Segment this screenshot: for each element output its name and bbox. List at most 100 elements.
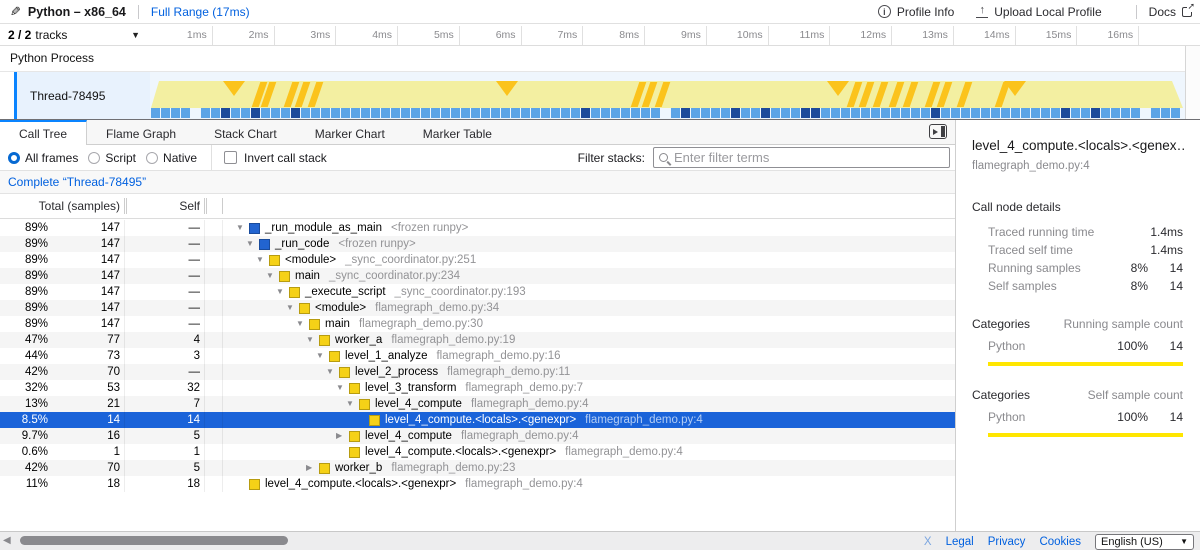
table-row[interactable]: 89%147—▼_run_module_as_main<frozen runpy…	[0, 220, 955, 236]
tab-stack-chart[interactable]: Stack Chart	[195, 120, 296, 145]
table-row[interactable]: 42%705▶worker_bflamegraph_demo.py:23	[0, 460, 955, 476]
collapse-icon[interactable]: ▼	[256, 252, 269, 268]
collapse-icon[interactable]: ▼	[296, 316, 309, 332]
sample-cell	[1081, 108, 1090, 118]
table-row[interactable]: 44%733▼level_1_analyzeflamegraph_demo.py…	[0, 348, 955, 364]
gc-marker-slash-icon	[937, 82, 953, 107]
scroll-left-icon[interactable]: ◀	[3, 535, 11, 546]
collapse-icon[interactable]: ▼	[276, 284, 289, 300]
thread-label[interactable]: Thread-78495	[17, 72, 150, 119]
ruler-tick-label: 12ms	[836, 24, 886, 46]
sample-cell	[761, 108, 770, 118]
table-row[interactable]: 89%147—▼<module>_sync_coordinator.py:251	[0, 252, 955, 268]
category-color-box	[259, 239, 270, 250]
sample-cell	[971, 108, 980, 118]
table-row[interactable]: 89%147—▼main_sync_coordinator.py:234	[0, 268, 955, 284]
tab-call-tree[interactable]: Call Tree	[0, 120, 87, 145]
collapse-icon[interactable]: ▼	[246, 236, 259, 252]
collapse-icon[interactable]: ▼	[336, 380, 349, 396]
row-total-samples: 147	[52, 236, 120, 252]
tab-marker-table[interactable]: Marker Table	[404, 120, 511, 145]
sidebar-toggle-icon[interactable]	[929, 124, 947, 139]
function-file-line: flamegraph_demo.py:11	[447, 366, 570, 378]
horizontal-scrollbar-thumb[interactable]	[20, 536, 288, 545]
footer-link-legal[interactable]: Legal	[946, 536, 974, 548]
footer-link-cookies[interactable]: Cookies	[1039, 536, 1081, 548]
table-row[interactable]: 11%1818level_4_compute.<locals>.<genexpr…	[0, 476, 955, 492]
table-row[interactable]: 42%70—▼level_2_processflamegraph_demo.py…	[0, 364, 955, 380]
full-range-link[interactable]: Full Range (17ms)	[151, 5, 250, 19]
filter-stacks-group: Filter stacks:	[578, 147, 950, 168]
detail-label: Traced running time	[988, 225, 1106, 239]
sample-cell	[801, 108, 810, 118]
function-file-line: flamegraph_demo.py:4	[471, 398, 589, 410]
edit-pencil-icon[interactable]: ✎	[10, 4, 21, 20]
table-row[interactable]: 9.7%165▶level_4_computeflamegraph_demo.p…	[0, 428, 955, 444]
row-total-percent: 89%	[0, 220, 48, 236]
upload-profile-button[interactable]: ↑ Upload Local Profile	[976, 5, 1101, 19]
ruler-tick-line	[829, 26, 830, 45]
column-self[interactable]: Self	[130, 194, 200, 219]
collapse-icon[interactable]: ▼	[326, 364, 339, 380]
docs-link[interactable]: Docs	[1149, 5, 1192, 19]
ruler-tick-label: 11ms	[774, 24, 824, 46]
table-row[interactable]: 89%147—▼_execute_script_sync_coordinator…	[0, 284, 955, 300]
collapse-icon[interactable]: ▼	[346, 396, 359, 412]
table-row[interactable]: 89%147—▼_run_code<frozen runpy>	[0, 236, 955, 252]
invert-call-stack-checkbox[interactable]	[224, 151, 237, 164]
tracks-dropdown[interactable]: 2 / 2 tracks ▼	[0, 24, 150, 46]
collapse-icon[interactable]: ▼	[306, 332, 319, 348]
ruler-tick-label: 13ms	[898, 24, 948, 46]
category-color-box	[369, 415, 380, 426]
sample-cell	[621, 108, 630, 118]
profile-info-button[interactable]: i Profile Info	[878, 5, 954, 19]
tab-marker-chart[interactable]: Marker Chart	[296, 120, 404, 145]
track-thread-row[interactable]: Thread-78495	[0, 72, 1185, 119]
expand-icon[interactable]: ▶	[306, 460, 319, 476]
radio-native[interactable]	[146, 152, 158, 164]
app-header: ✎ Python – x86_64 Full Range (17ms) i Pr…	[0, 0, 1200, 24]
function-file-line: <frozen runpy>	[338, 238, 415, 250]
breadcrumb-complete-thread[interactable]: Complete “Thread-78495”	[8, 175, 146, 189]
sample-cell	[1001, 108, 1010, 118]
column-guide-line	[204, 220, 205, 492]
radio-script[interactable]	[88, 152, 100, 164]
collapse-icon[interactable]: ▼	[236, 220, 249, 236]
category-color-box	[349, 383, 360, 394]
sample-cell	[301, 108, 310, 118]
row-total-percent: 42%	[0, 364, 48, 380]
sample-cell	[631, 108, 640, 118]
footer-link-x[interactable]: X	[924, 536, 932, 548]
filter-stacks-input[interactable]	[674, 150, 944, 165]
expand-icon[interactable]: ▶	[336, 428, 349, 444]
tab-flame-graph[interactable]: Flame Graph	[87, 120, 195, 145]
sample-cell	[861, 108, 870, 118]
sample-cell	[471, 108, 480, 118]
function-file-line: flamegraph_demo.py:30	[359, 318, 483, 330]
thread-activity-track[interactable]	[150, 72, 1185, 119]
table-row[interactable]: 32%5332▼level_3_transformflamegraph_demo…	[0, 380, 955, 396]
column-total-samples[interactable]: Total (samples)	[0, 194, 120, 219]
table-row[interactable]: 8.5%1414level_4_compute.<locals>.<genexp…	[0, 412, 955, 428]
row-self: —	[130, 252, 200, 268]
radio-all-frames[interactable]	[8, 152, 20, 164]
sample-cell	[431, 108, 440, 118]
table-row[interactable]: 89%147—▼mainflamegraph_demo.py:30	[0, 316, 955, 332]
footer-link-privacy[interactable]: Privacy	[988, 536, 1026, 548]
table-row[interactable]: 47%774▼worker_aflamegraph_demo.py:19	[0, 332, 955, 348]
collapse-icon[interactable]: ▼	[286, 300, 299, 316]
table-row[interactable]: 13%217▼level_4_computeflamegraph_demo.py…	[0, 396, 955, 412]
collapse-icon[interactable]: ▼	[266, 268, 279, 284]
function-name: _execute_script	[305, 286, 386, 298]
collapse-icon[interactable]: ▼	[316, 348, 329, 364]
table-row[interactable]: 89%147—▼<module>flamegraph_demo.py:34	[0, 300, 955, 316]
row-total-percent: 0.6%	[0, 444, 48, 460]
language-select[interactable]: English (US) ▼	[1095, 534, 1194, 550]
row-tree-cell: ▼mainflamegraph_demo.py:30	[228, 316, 955, 332]
sample-cell	[271, 108, 280, 118]
sample-cell	[641, 108, 650, 118]
table-row[interactable]: 0.6%11level_4_compute.<locals>.<genexpr>…	[0, 444, 955, 460]
tracks-vertical-scrollbar[interactable]	[1185, 46, 1200, 119]
function-file-line: _sync_coordinator.py:234	[329, 270, 460, 282]
track-python-process[interactable]: Python Process	[0, 46, 1185, 72]
